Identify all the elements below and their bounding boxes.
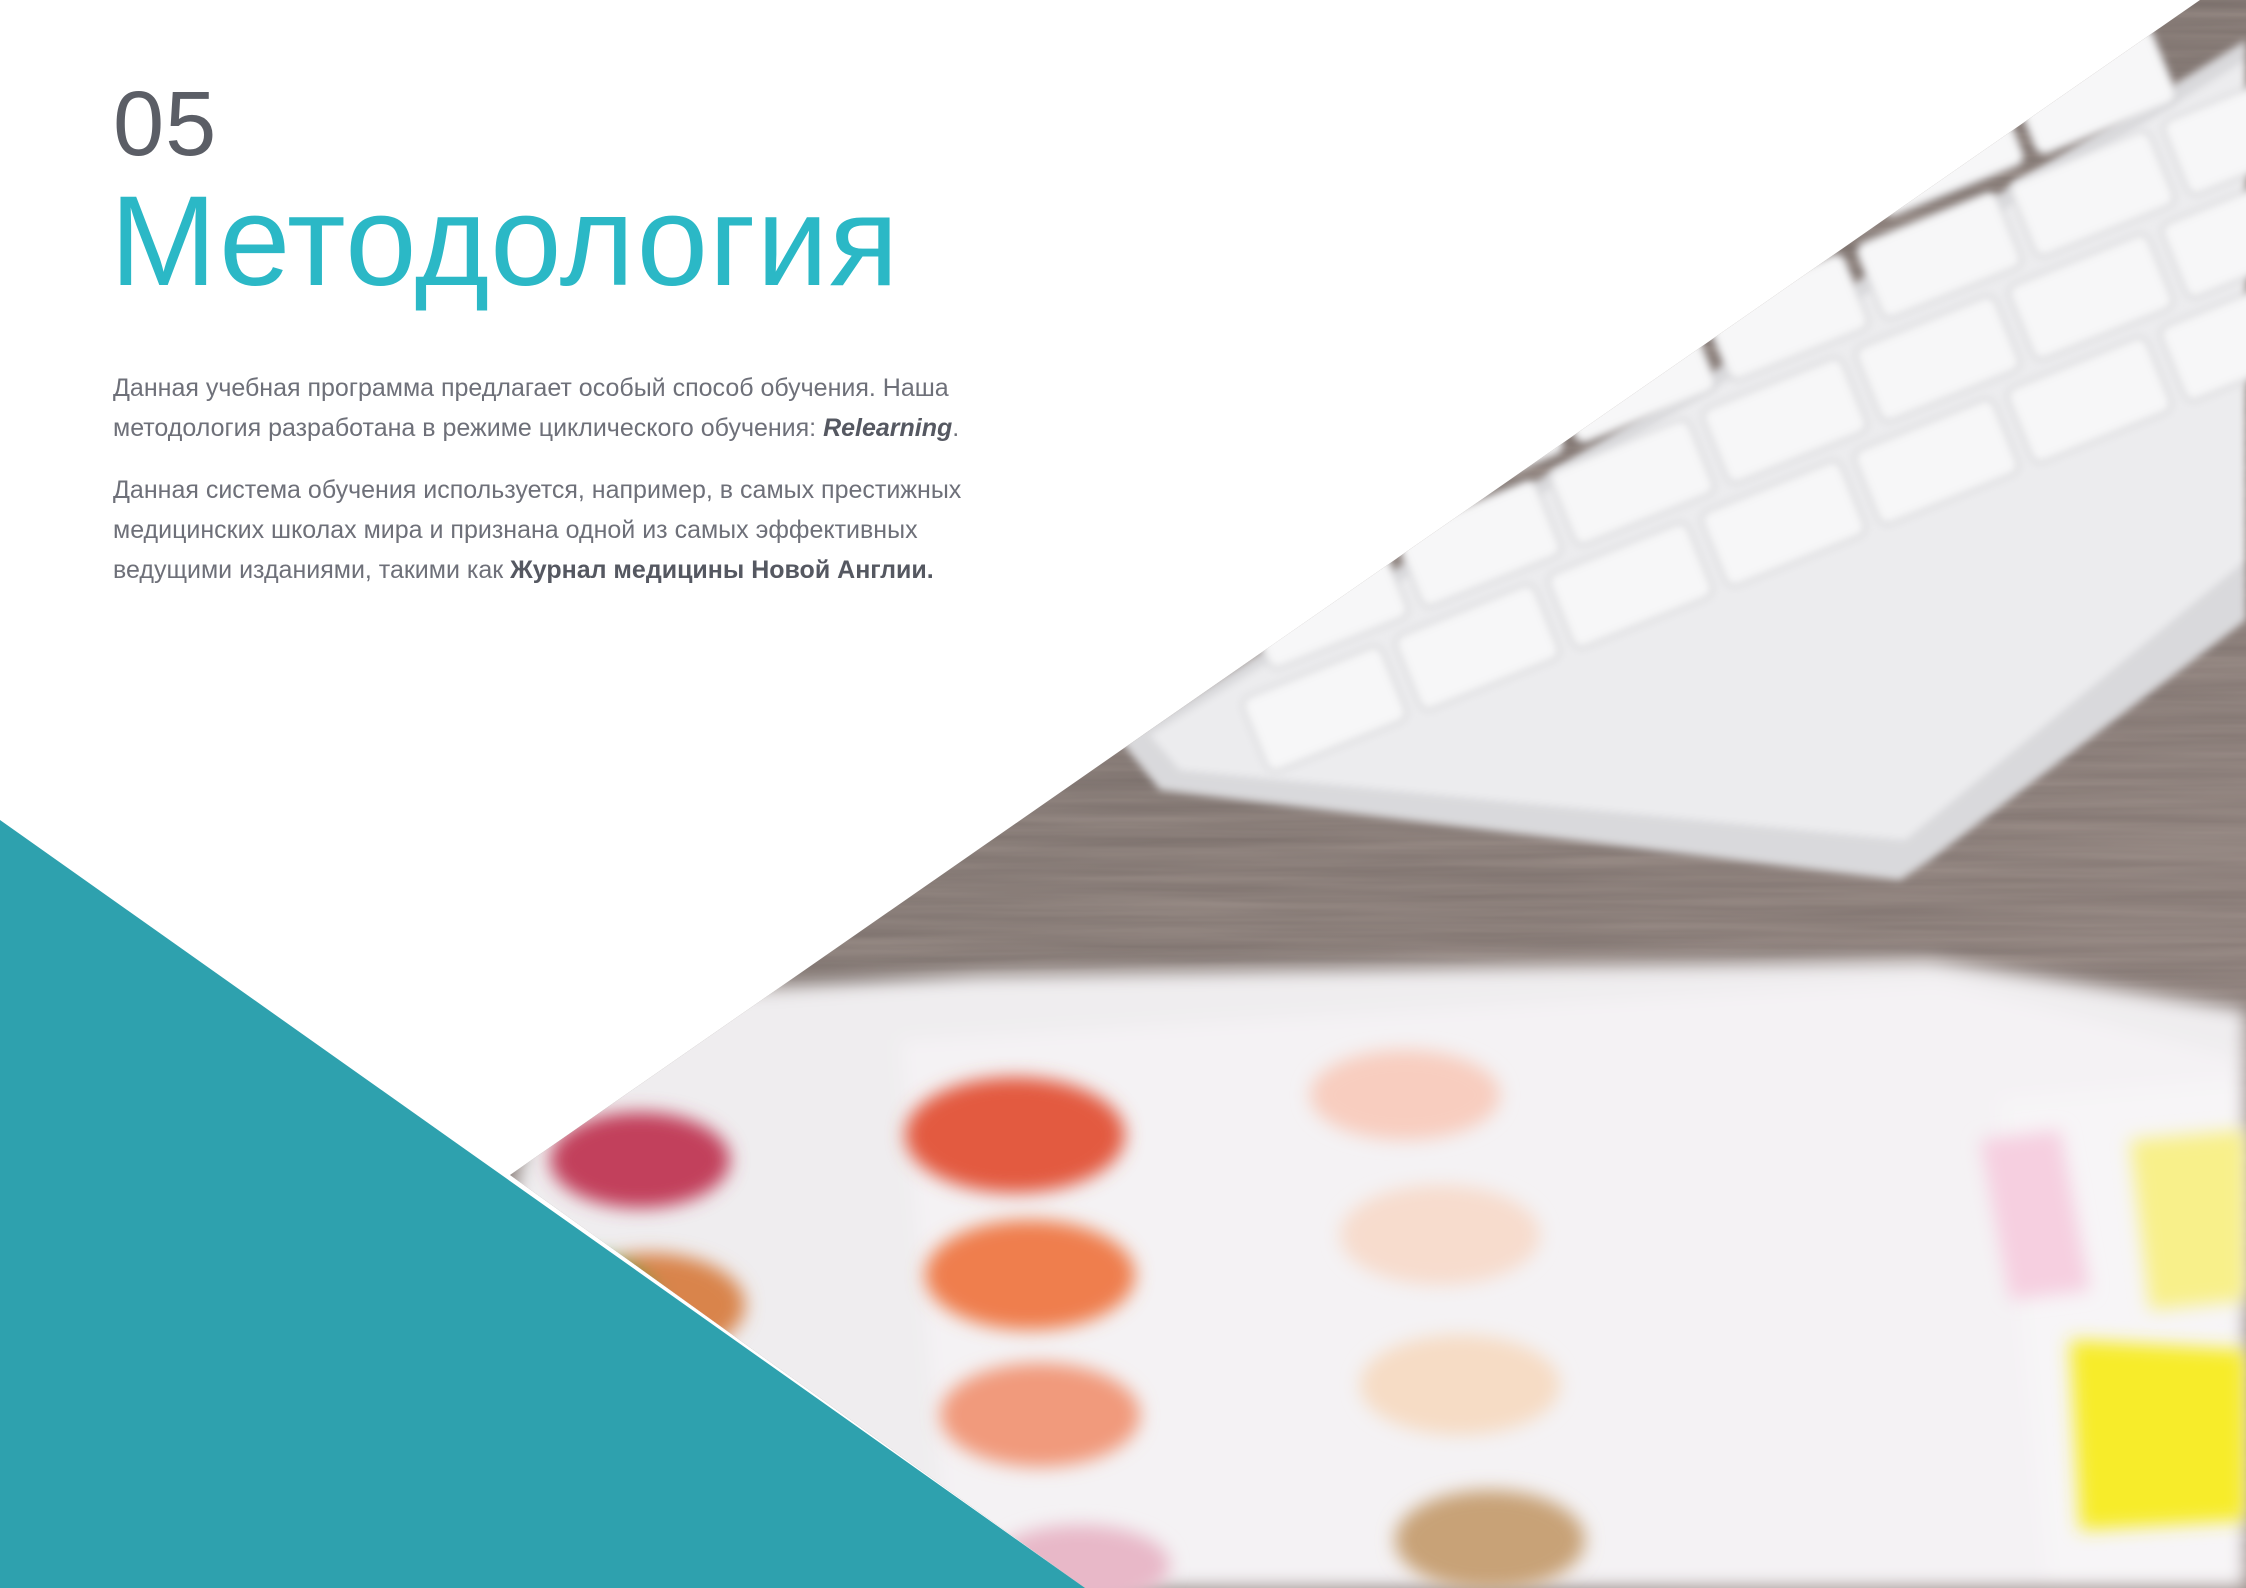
chapter-number: 05	[113, 73, 218, 175]
relearning-term: Relearning	[823, 414, 953, 442]
intro-paragraph-1: Данная учебная программа предлагает особ…	[113, 374, 960, 442]
page: 05 Методология Данная учебная программа …	[0, 0, 2246, 1588]
journal-name: Журнал медицины Новой Англии.	[510, 556, 934, 584]
intro-text: Данная учебная программа предлагает особ…	[113, 368, 1013, 612]
chapter-title: Методология	[110, 170, 900, 313]
intro-paragraph-2: Данная система обучения используется, на…	[113, 476, 962, 584]
